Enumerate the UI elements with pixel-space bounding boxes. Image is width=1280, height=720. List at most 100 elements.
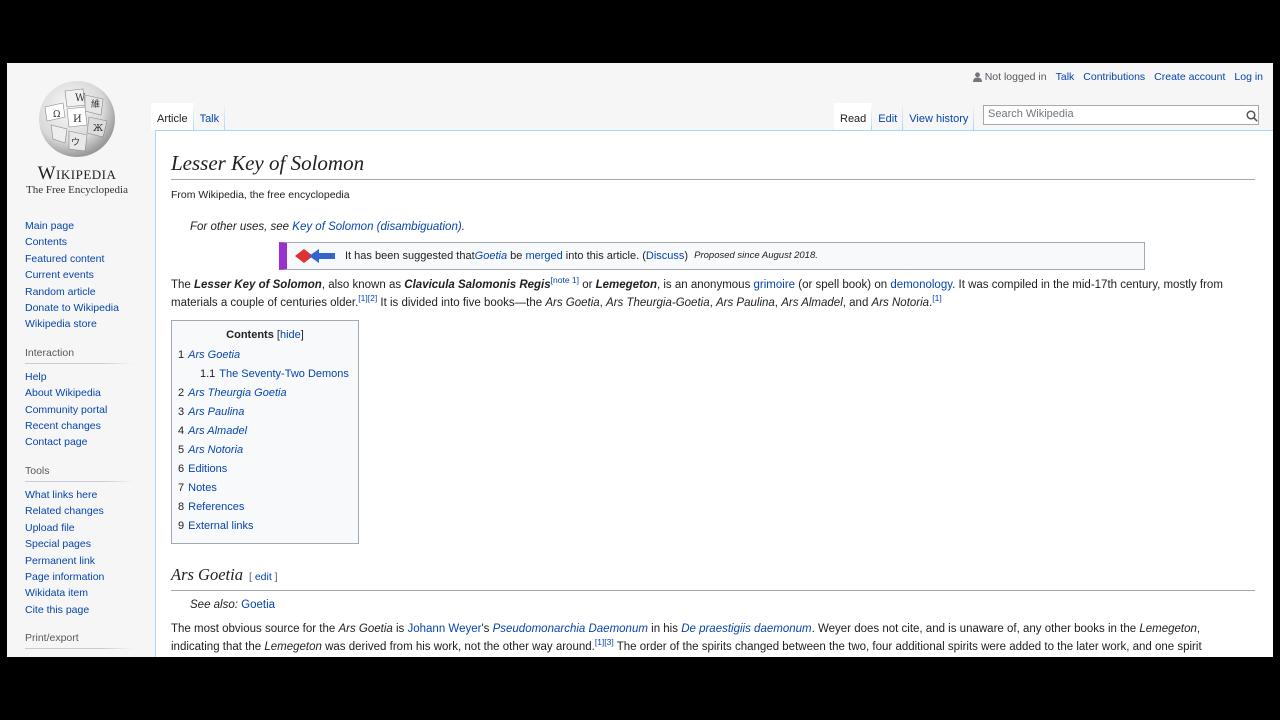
sidebar-link-create-a-book[interactable]: Create a book [25,656,91,657]
sidebar-item-cite-this-page: Cite this page [25,602,137,618]
sidebar-tools-list: What links here Related changes Upload fil… [25,487,137,618]
body-text: . Weyer does not cite, and is unaware of… [811,623,1140,635]
sidebar-link-random-article[interactable]: Random article [25,286,96,298]
toc-item[interactable]: 1.1 The Seventy-Two Demons [178,365,352,384]
citation-link[interactable]: [1] [932,293,941,303]
sidebar-link-wikidata-item[interactable]: Wikidata item [25,587,88,599]
tab-view-history[interactable]: View history [903,103,975,130]
sidebar-link-wikipedia-store[interactable]: Wikipedia store [25,318,97,330]
toc-link[interactable]: The Seventy-Two Demons [219,368,349,380]
sidebar-link-main-page[interactable]: Main page [25,220,74,232]
svg-text:Ω: Ω [53,110,60,120]
toc-link[interactable]: Ars Notoria [188,444,243,456]
hatnote-suffix: . [461,221,465,233]
toc-link[interactable]: Notes [188,482,217,494]
toc-link[interactable]: Ars Theurgia Goetia [188,387,286,399]
toc-hide-link[interactable]: hide [280,329,301,341]
body-text: is [392,623,408,635]
toc-number: 9 [178,520,185,532]
italic-term: Lemegeton [1139,623,1197,635]
tab-edit[interactable]: Edit [872,103,904,130]
personal-tools: Not logged in Talk Contributions Create … [972,71,1263,83]
interaction-heading: Interaction [25,346,133,364]
see-also-note: See also: Goetia [171,596,1273,614]
sidebar-link-upload-file[interactable]: Upload file [25,522,75,534]
print-export-heading: Print/export [25,632,133,650]
tab-talk[interactable]: Talk [193,103,226,130]
merge-text-2: be [507,250,526,262]
sidebar-link-about-wikipedia[interactable]: About Wikipedia [25,387,101,399]
toc-item[interactable]: 4 Ars Almadel [178,422,352,441]
italic-term: Ars Notoria [871,297,930,309]
contributions-link[interactable]: Contributions [1083,71,1145,83]
sidebar-link-community-portal[interactable]: Community portal [25,404,107,416]
merged-link[interactable]: merged [525,247,562,265]
toc-item[interactable]: 1 Ars Goetia [178,346,352,365]
sidebar-link-help[interactable]: Help [25,371,47,383]
sidebar-link-contact-page[interactable]: Contact page [25,436,87,448]
toc-item[interactable]: 9 External links [178,517,352,536]
search-input[interactable]: Search Wikipedia [983,105,1259,125]
merge-goetia-link[interactable]: Goetia [475,247,507,265]
toc-link[interactable]: Ars Goetia [188,349,240,361]
sidebar-link-permanent-link[interactable]: Permanent link [25,555,95,567]
section-paragraph: The most obvious source for the Ars Goet… [171,620,1251,656]
intro-text: , also known as [321,279,405,291]
toc-item[interactable]: 2 Ars Theurgia Goetia [178,384,352,403]
sidebar-item-donate-to-wikipedia: Donate to Wikipedia [25,300,137,316]
toc-link[interactable]: Editions [188,463,227,475]
body-text: The order of the spirits changed between… [613,641,1202,653]
toc-item[interactable]: 6 Editions [178,460,352,479]
discuss-link[interactable]: Discuss [646,247,685,265]
tab-article[interactable]: Article [151,103,194,130]
search-icon[interactable] [1246,110,1258,122]
grimoire-link[interactable]: grimoire [754,279,796,291]
svg-text:維: 維 [91,98,100,110]
toc-link[interactable]: Ars Almadel [188,425,247,437]
login-link[interactable]: Log in [1234,71,1263,83]
sidebar-item-page-information: Page information [25,569,137,585]
disambiguation-link[interactable]: Key of Solomon (disambiguation) [292,221,461,233]
tab-read[interactable]: Read [834,103,873,130]
create-account-link[interactable]: Create account [1154,71,1225,83]
de-praestigiis-link[interactable]: De praestigiis daemonum [681,623,811,635]
sidebar-item-featured-content: Featured content [25,251,137,267]
toc-link[interactable]: Ars Paulina [188,406,244,418]
hatnote-text: For other uses, see [190,221,293,233]
sidebar-link-page-information[interactable]: Page information [25,571,104,583]
citation-link[interactable]: [1][3] [595,637,614,647]
sidebar-item-upload-file: Upload file [25,520,137,536]
toc-item[interactable]: 3 Ars Paulina [178,403,352,422]
tools-heading: Tools [25,464,133,482]
demonology-link[interactable]: demonology [890,279,952,291]
article-content: Lesser Key of Solomon From Wikipedia, th… [155,130,1273,657]
sidebar-link-contents[interactable]: Contents [25,236,67,248]
sidebar-item-about-wikipedia: About Wikipedia [25,385,137,401]
footnote-link[interactable]: [note 1] [551,275,579,285]
toc-link[interactable]: External links [188,520,253,532]
toc-item[interactable]: 7 Notes [178,479,352,498]
toc-item[interactable]: 5 Ars Notoria [178,441,352,460]
citation-link[interactable]: [1][2] [358,293,377,303]
user-talk-link[interactable]: Talk [1056,71,1075,83]
body-text: The most obvious source for the [171,623,339,635]
sidebar-item-related-changes: Related changes [25,503,137,519]
sidebar-link-related-changes[interactable]: Related changes [25,505,104,517]
sidebar-link-featured-content[interactable]: Featured content [25,253,104,265]
section-edit-link[interactable]: edit [255,571,272,583]
johann-weyer-link[interactable]: Johann Weyer [408,623,482,635]
sidebar-link-what-links-here[interactable]: What links here [25,489,97,501]
toc-item[interactable]: 8 References [178,498,352,517]
merge-text-4: ) [684,250,692,262]
sidebar-link-recent-changes[interactable]: Recent changes [25,420,101,432]
sidebar-link-current-events[interactable]: Current events [25,269,94,281]
wikipedia-logo[interactable]: W Ω И 維 Ж ウ Wikipedia The Free Encyclope… [25,77,129,196]
sidebar-item-current-events: Current events [25,267,137,283]
toc-link[interactable]: References [188,501,244,513]
pseudomonarchia-link[interactable]: Pseudomonarchia Daemonum [493,623,648,635]
sidebar-link-cite-this-page[interactable]: Cite this page [25,604,89,616]
see-also-goetia-link[interactable]: Goetia [241,599,275,611]
sidebar-link-special-pages[interactable]: Special pages [25,538,91,550]
svg-text:ウ: ウ [71,137,80,148]
sidebar-link-donate-to-wikipedia[interactable]: Donate to Wikipedia [25,302,119,314]
